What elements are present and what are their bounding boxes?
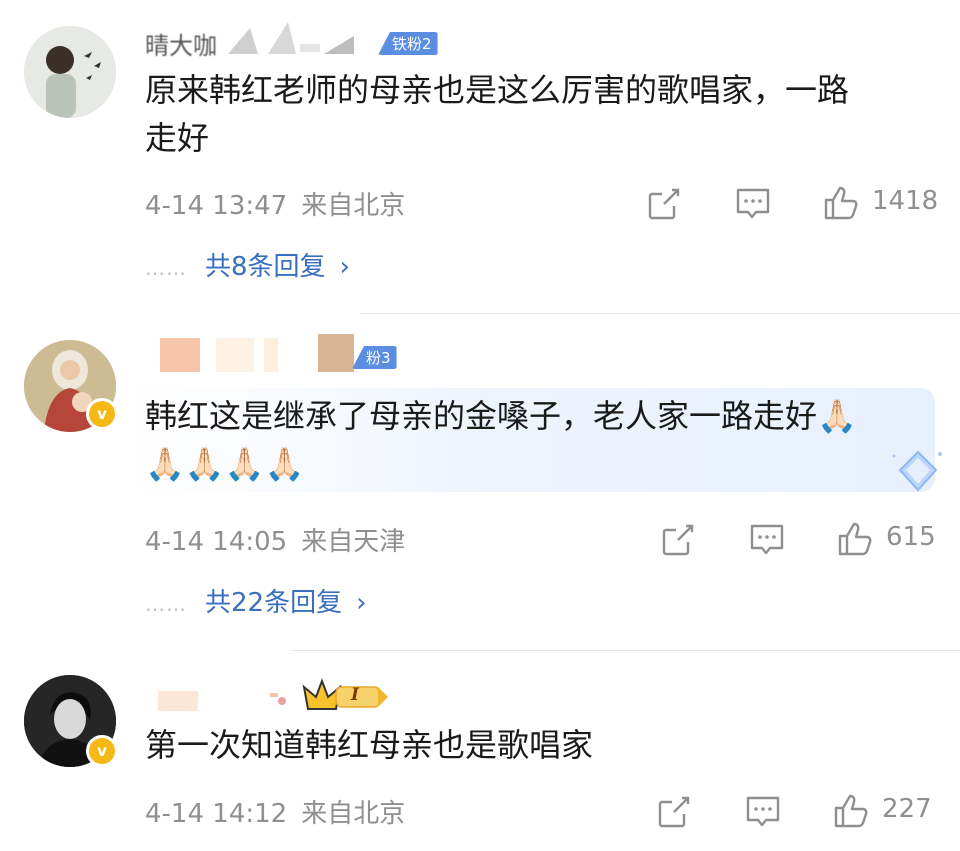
- view-replies-link[interactable]: …… 共8条回复 ›: [145, 246, 350, 283]
- thumbs-up-icon: [824, 186, 858, 220]
- comment-meta: 4-14 13:47 来自北京: [145, 185, 405, 222]
- share-button[interactable]: [656, 794, 692, 834]
- username[interactable]: 晴大咖: [145, 26, 217, 61]
- comment-button[interactable]: [734, 186, 772, 226]
- comment-2: v 粉3 韩红这是继承了母亲的金嗓子，老人家一路走好🙏🏻 🙏🏻🙏🏻🙏🏻🙏🏻 4-…: [0, 330, 960, 650]
- comment-icon: [750, 524, 784, 555]
- verified-badge: v: [86, 398, 118, 430]
- redacted-username: [158, 689, 298, 713]
- comment-meta: 4-14 14:12 来自北京: [145, 793, 405, 830]
- comment-3: v I 第一次知道韩红母亲也是歌唱家 4-14 14:12 来自北京 227: [0, 665, 960, 851]
- divider: [290, 650, 960, 651]
- crown-icon: [302, 678, 388, 710]
- redacted-username: [228, 20, 378, 54]
- timestamp: 4-14 13:47: [145, 191, 288, 221]
- timestamp: 4-14 14:05: [145, 527, 288, 557]
- chevron-right-icon: ›: [339, 252, 350, 282]
- share-icon: [662, 524, 694, 556]
- comment-button[interactable]: [744, 794, 782, 834]
- like-count: 615: [886, 522, 936, 552]
- comment-icon: [736, 188, 770, 219]
- share-button[interactable]: [660, 522, 696, 562]
- source: 来自北京: [301, 799, 406, 829]
- like-button[interactable]: [832, 792, 870, 834]
- share-icon: [648, 188, 680, 220]
- thumbs-up-icon: [834, 794, 868, 828]
- like-button[interactable]: [836, 520, 874, 562]
- comment-1: 晴大咖 铁粉2 原来韩红老师的母亲也是这么厉害的歌唱家，一路 走好 4-14 1…: [0, 0, 960, 300]
- redacted-username: [160, 334, 370, 374]
- thumbs-up-icon: [838, 522, 872, 556]
- level-badge[interactable]: I: [300, 677, 390, 717]
- comment-icon: [746, 796, 780, 827]
- like-button[interactable]: [822, 184, 860, 226]
- source: 来自北京: [301, 191, 406, 221]
- comment-text: 原来韩红老师的母亲也是这么厉害的歌唱家，一路 走好: [145, 71, 850, 157]
- divider: [360, 313, 960, 314]
- fan-badge[interactable]: 铁粉2: [378, 32, 438, 55]
- comment-meta: 4-14 14:05 来自天津: [145, 521, 405, 558]
- avatar-image: [24, 26, 116, 118]
- share-icon: [658, 796, 690, 828]
- chevron-right-icon: ›: [356, 588, 367, 618]
- source: 来自天津: [301, 527, 406, 557]
- avatar[interactable]: [24, 26, 116, 118]
- comment-text: 第一次知道韩红母亲也是歌唱家: [145, 726, 594, 764]
- like-count: 227: [882, 794, 932, 824]
- view-replies-link[interactable]: …… 共22条回复 ›: [145, 582, 367, 619]
- share-button[interactable]: [646, 186, 682, 226]
- like-count: 1418: [872, 186, 939, 216]
- comment-text: 韩红这是继承了母亲的金嗓子，老人家一路走好🙏🏻 🙏🏻🙏🏻🙏🏻🙏🏻: [145, 397, 857, 483]
- comment-button[interactable]: [748, 522, 786, 562]
- verified-badge: v: [86, 735, 118, 767]
- timestamp: 4-14 14:12: [145, 799, 288, 829]
